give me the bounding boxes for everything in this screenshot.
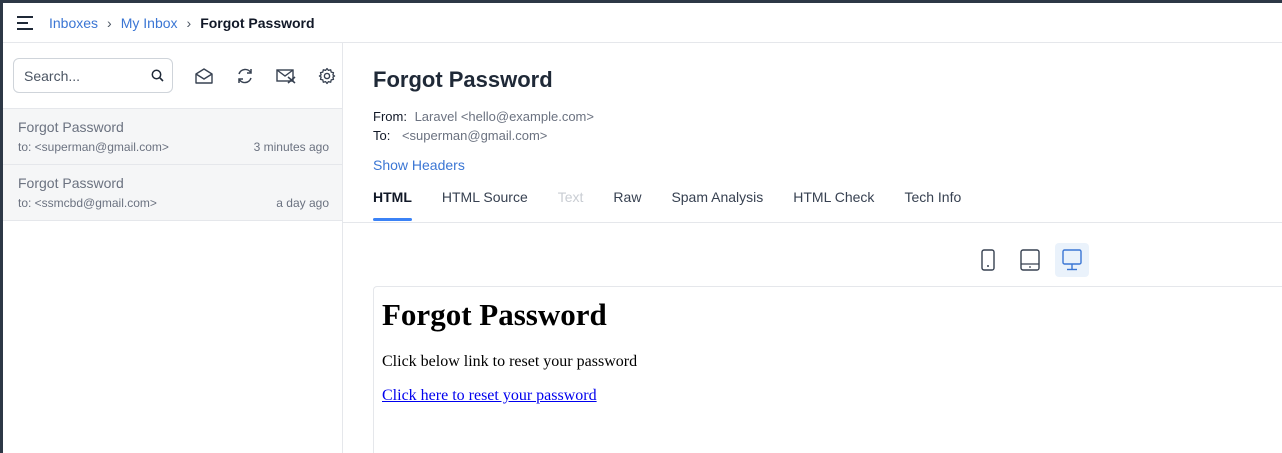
preview-heading: Forgot Password — [382, 297, 607, 332]
app-window: Inboxes › My Inbox › Forgot Password Sea… — [0, 0, 1282, 453]
breadcrumb-my-inbox[interactable]: My Inbox — [121, 15, 178, 31]
view-tabs: HTML HTML Source Text Raw Spam Analysis … — [373, 189, 991, 221]
tablet-view-button[interactable] — [1013, 243, 1047, 277]
phone-view-button[interactable] — [971, 243, 1005, 277]
chevron-right-icon: › — [107, 14, 112, 31]
breadcrumb: Inboxes › My Inbox › Forgot Password — [49, 15, 315, 31]
message-subject: Forgot Password — [18, 119, 124, 135]
reset-password-link[interactable]: Click here to reset your password — [382, 387, 597, 404]
mark-read-icon[interactable] — [194, 66, 214, 86]
desktop-view-button[interactable] — [1055, 243, 1089, 277]
list-toolbar — [3, 43, 342, 109]
tab-tech-info[interactable]: Tech Info — [904, 189, 961, 218]
show-headers-link[interactable]: Show Headers — [373, 157, 465, 173]
to-label: To: — [373, 128, 391, 143]
message-title: Forgot Password — [373, 67, 553, 92]
message-list-item[interactable]: Forgot Password to: <ssmcbd@gmail.com> a… — [3, 165, 342, 221]
chevron-right-icon: › — [186, 14, 192, 31]
tab-html-source[interactable]: HTML Source — [442, 189, 528, 218]
tab-html[interactable]: HTML — [373, 189, 412, 221]
clear-inbox-icon[interactable] — [276, 66, 296, 86]
message-detail-pane: Forgot Password From: Laravel <hello@exa… — [343, 43, 1282, 453]
from-value: Laravel <hello@example.com> — [414, 109, 594, 124]
search-box[interactable] — [13, 58, 173, 93]
tabs-divider — [343, 222, 1282, 223]
message-recipient: to: <superman@gmail.com> — [18, 140, 169, 154]
menu-icon[interactable] — [17, 15, 35, 30]
to-line: To: <superman@gmail.com> — [373, 128, 547, 143]
search-icon[interactable] — [151, 69, 164, 82]
message-time: a day ago — [276, 196, 329, 210]
phone-view-icon — [981, 249, 995, 271]
tablet-view-icon — [1020, 249, 1040, 271]
message-subject: Forgot Password — [18, 175, 124, 191]
message-recipient: to: <ssmcbd@gmail.com> — [18, 196, 157, 210]
tab-text: Text — [557, 189, 584, 205]
message-list-item[interactable]: Forgot Password to: <superman@gmail.com>… — [3, 109, 342, 165]
desktop-view-icon — [1062, 249, 1082, 271]
search-input[interactable] — [24, 67, 151, 84]
tab-html-check[interactable]: HTML Check — [793, 189, 874, 218]
top-bar: Inboxes › My Inbox › Forgot Password — [3, 3, 1282, 43]
breadcrumb-inboxes[interactable]: Inboxes — [49, 15, 98, 31]
refresh-icon[interactable] — [235, 66, 255, 86]
breadcrumb-current: Forgot Password — [200, 14, 315, 31]
preview-body: Click below link to reset your password — [382, 353, 638, 370]
email-preview: Forgot Password Click below link to rese… — [373, 286, 1282, 453]
tab-spam-analysis[interactable]: Spam Analysis — [671, 189, 763, 218]
message-list-pane: Forgot Password to: <superman@gmail.com>… — [3, 43, 343, 453]
settings-icon[interactable] — [317, 66, 337, 86]
from-label: From: — [373, 109, 407, 124]
to-value: <superman@gmail.com> — [401, 128, 548, 143]
message-time: 3 minutes ago — [253, 140, 329, 154]
tab-raw[interactable]: Raw — [613, 189, 641, 218]
from-line: From: Laravel <hello@example.com> — [373, 109, 594, 124]
